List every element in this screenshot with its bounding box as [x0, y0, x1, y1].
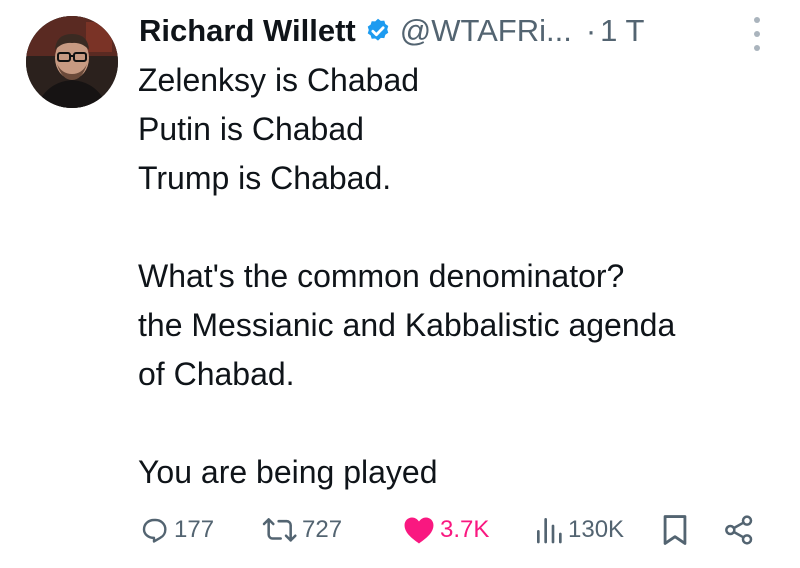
like-button[interactable]: 3.7K: [402, 508, 489, 552]
views-count: 130K: [568, 516, 625, 543]
views-icon: [537, 518, 562, 544]
more-options-icon[interactable]: [752, 17, 762, 51]
reply-button[interactable]: 177: [138, 508, 214, 552]
tweet-line: What's the common denominator?: [138, 258, 625, 294]
action-bar: 177 727 3.7K 130K: [138, 508, 760, 552]
author-name[interactable]: Richard Willett: [139, 13, 356, 49]
like-count: 3.7K: [440, 516, 490, 543]
tweet-body: Zelenksy is Chabad Putin is Chabad Trump…: [138, 56, 780, 497]
share-icon: [725, 515, 753, 545]
reply-count: 177: [174, 516, 215, 543]
heart-icon: [404, 517, 434, 544]
tweet-header: Richard Willett @WTAFRi... · 1 T: [139, 8, 766, 54]
tweet-timestamp[interactable]: 1 T: [600, 13, 644, 49]
separator-dot: ·: [585, 13, 597, 48]
avatar[interactable]: [26, 16, 118, 108]
author-handle[interactable]: @WTAFRi...: [400, 13, 572, 49]
tweet-line: of Chabad.: [138, 356, 295, 392]
retweet-icon: [262, 518, 297, 542]
share-button[interactable]: [722, 508, 756, 552]
tweet-line: Putin is Chabad: [138, 111, 364, 147]
tweet-line: the Messianic and Kabbalistic agenda: [138, 307, 676, 343]
avatar-image: [26, 16, 118, 108]
verified-badge-icon: [367, 18, 389, 41]
retweet-count: 727: [302, 516, 343, 543]
tweet-line: You are being played: [138, 454, 438, 490]
views-button[interactable]: 130K: [534, 508, 624, 552]
tweet-line: Trump is Chabad.: [138, 160, 392, 196]
retweet-button[interactable]: 727: [262, 508, 342, 552]
tweet-line: Zelenksy is Chabad: [138, 62, 420, 98]
reply-icon: [142, 518, 167, 543]
bookmark-icon: [663, 515, 687, 545]
bookmark-button[interactable]: [660, 508, 690, 552]
